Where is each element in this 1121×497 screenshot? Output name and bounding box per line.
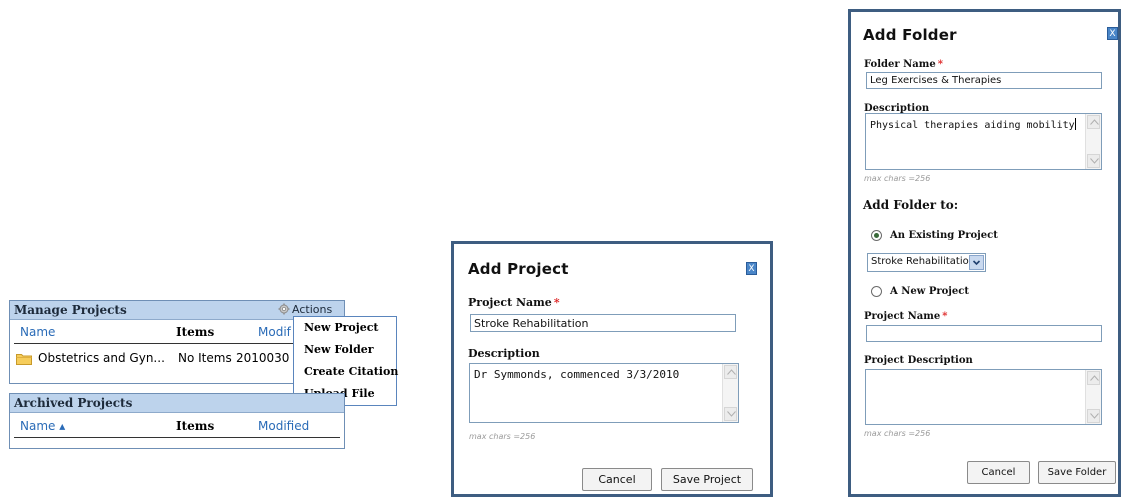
radio-new-project[interactable] xyxy=(871,286,882,297)
actions-label: Actions xyxy=(292,303,333,316)
folder-name-input[interactable]: Leg Exercises & Therapies xyxy=(866,72,1102,89)
textarea-scrollbar[interactable] xyxy=(722,364,738,422)
textarea-scrollbar[interactable] xyxy=(1085,370,1101,424)
row-project-name[interactable]: Obstetrics and Gyn... xyxy=(38,351,165,365)
save-project-button[interactable]: Save Project xyxy=(661,468,753,491)
scroll-up-icon[interactable] xyxy=(1087,371,1100,385)
cancel-button[interactable]: Cancel xyxy=(967,461,1030,484)
project-name-input[interactable]: Stroke Rehabilitation xyxy=(470,314,736,332)
add-folder-to-heading: Add Folder to: xyxy=(863,198,959,212)
menu-item-new-folder[interactable]: New Folder xyxy=(304,343,374,356)
existing-project-label[interactable]: An Existing Project xyxy=(890,230,998,241)
max-chars-hint: max chars =256 xyxy=(864,429,931,438)
folder-icon xyxy=(16,354,32,365)
text-cursor xyxy=(1074,118,1076,130)
project-name-label: Project Name * xyxy=(864,311,948,322)
selected-project: Stroke Rehabilitation xyxy=(871,256,976,267)
scroll-up-icon[interactable] xyxy=(724,365,737,379)
add-project-dialog: Add Project X Project Name * Stroke Rehab… xyxy=(451,241,773,497)
project-description-textarea[interactable] xyxy=(865,369,1102,425)
existing-project-select[interactable]: Stroke Rehabilitation xyxy=(867,253,986,272)
dialog-title: Add Project xyxy=(468,260,569,278)
close-icon[interactable]: X xyxy=(746,262,757,275)
column-name-sorted[interactable]: Name ▴ xyxy=(20,419,65,433)
archived-projects-panel: Archived Projects Name ▴ Items Modified xyxy=(9,393,345,449)
project-description-label: Project Description xyxy=(864,355,973,366)
column-name[interactable]: Name xyxy=(20,325,55,339)
archived-projects-header: Archived Projects xyxy=(10,394,344,413)
dialog-title: Add Folder xyxy=(863,26,957,44)
description-text: Dr Symmonds, commenced 3/3/2010 xyxy=(474,368,680,381)
project-name-input[interactable] xyxy=(866,325,1102,342)
description-textarea[interactable]: Physical therapies aiding mobility xyxy=(865,113,1102,170)
add-folder-dialog: Add Folder X Folder Name * Leg Exercises … xyxy=(848,9,1121,497)
column-items[interactable]: Items xyxy=(176,325,214,339)
manage-columns-divider xyxy=(14,343,340,344)
archived-columns-row: Name ▴ Items Modified xyxy=(10,419,344,437)
description-text: Physical therapies aiding mobility xyxy=(870,120,1075,131)
description-label: Description xyxy=(468,347,540,360)
row-modified: 2010030 xyxy=(236,351,290,365)
column-modified[interactable]: Modif xyxy=(258,325,291,339)
row-items: No Items xyxy=(178,351,232,365)
cancel-button[interactable]: Cancel xyxy=(582,468,652,491)
scroll-up-icon[interactable] xyxy=(1087,115,1100,129)
max-chars-hint: max chars =256 xyxy=(469,432,536,441)
project-name-label: Project Name * xyxy=(468,296,560,309)
max-chars-hint: max chars =256 xyxy=(864,174,931,183)
close-icon[interactable]: X xyxy=(1107,27,1118,40)
radio-existing-project[interactable] xyxy=(871,230,882,241)
textarea-scrollbar[interactable] xyxy=(1085,114,1101,169)
actions-button[interactable]: Actions xyxy=(278,303,332,316)
menu-item-create-citation[interactable]: Create Citation xyxy=(304,365,398,378)
folder-name-label: Folder Name * xyxy=(864,59,943,70)
new-project-label[interactable]: A New Project xyxy=(890,286,969,297)
scroll-down-icon[interactable] xyxy=(1087,409,1100,423)
scroll-down-icon[interactable] xyxy=(1087,154,1100,168)
archived-columns-divider xyxy=(14,437,340,438)
chevron-down-icon xyxy=(969,255,984,270)
gear-icon xyxy=(278,303,290,315)
archived-projects-title: Archived Projects xyxy=(14,396,133,410)
scroll-down-icon[interactable] xyxy=(724,407,737,421)
column-modified[interactable]: Modified xyxy=(258,419,309,433)
manage-projects-title: Manage Projects xyxy=(14,303,127,317)
description-textarea[interactable]: Dr Symmonds, commenced 3/3/2010 xyxy=(469,363,739,423)
column-items[interactable]: Items xyxy=(176,419,214,433)
menu-item-new-project[interactable]: New Project xyxy=(304,321,379,334)
save-folder-button[interactable]: Save Folder xyxy=(1038,461,1116,484)
